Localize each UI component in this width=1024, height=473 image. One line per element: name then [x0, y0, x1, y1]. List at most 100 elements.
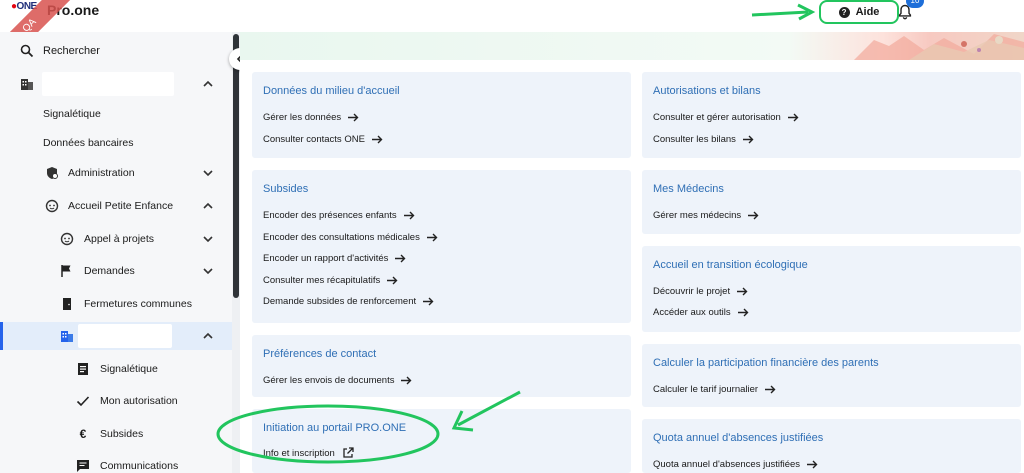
redacted-site-name [78, 324, 172, 348]
link-demande-subsides-renforcement[interactable]: Demande subsides de renforcement [263, 296, 434, 307]
sidebar-item-label: Signalétique [43, 108, 101, 120]
check-icon [76, 396, 90, 407]
sidebar-item-administration[interactable]: Administration [0, 159, 232, 187]
sidebar-item-label: Communications [100, 460, 179, 472]
card-title: Données du milieu d'accueil [263, 85, 400, 97]
help-button[interactable]: ? Aide [819, 0, 899, 24]
sidebar-item-communications[interactable]: Communications [0, 452, 232, 473]
arrow-right-icon [401, 376, 412, 385]
link-quota-absences[interactable]: Quota annuel d'absences justifiées [653, 459, 818, 470]
sidebar-item-signaletique[interactable]: Signalétique [0, 100, 232, 128]
link-acceder-outils[interactable]: Accéder aux outils [653, 307, 749, 318]
card-title: Subsides [263, 183, 309, 195]
banner-illustration [854, 34, 1024, 60]
sidebar-item-label: Administration [68, 167, 135, 179]
sidebar-item-donnees-bancaires[interactable]: Données bancaires [0, 129, 232, 157]
link-consulter-contacts[interactable]: Consulter contacts ONE [263, 134, 383, 145]
sidebar: Rechercher Signalétique Données bancaire… [0, 32, 232, 473]
shield-gear-icon [47, 167, 58, 179]
help-label: Aide [855, 6, 880, 18]
arrow-right-icon [742, 135, 754, 144]
building-icon [21, 79, 33, 90]
sidebar-item-subsides[interactable]: € Subsides [0, 420, 232, 448]
child-face-icon [45, 199, 59, 213]
sidebar-item-accueil-petite-enfance[interactable]: Accueil Petite Enfance [0, 192, 232, 220]
link-encoder-presences[interactable]: Encoder des présences enfants [263, 210, 415, 221]
sidebar-item-site-active[interactable] [0, 322, 232, 350]
link-encoder-consultations[interactable]: Encoder des consultations médicales [263, 232, 438, 243]
sidebar-item-appel-a-projets[interactable]: Appel à projets [0, 225, 232, 253]
chevron-down-icon[interactable] [202, 265, 214, 277]
sidebar-item-label: Signalétique [100, 363, 158, 375]
arrow-right-icon [737, 308, 749, 317]
chevron-down-icon[interactable] [202, 233, 214, 245]
arrow-right-icon [748, 211, 759, 220]
arrow-right-icon [348, 113, 359, 122]
card-mes-medecins: Mes Médecins Gérer mes médecins [642, 170, 1021, 234]
building-icon [61, 331, 73, 342]
sidebar-item-mon-autorisation[interactable]: Mon autorisation [0, 387, 232, 415]
card-quota-absences: Quota annuel d'absences justifiées Quota… [642, 419, 1021, 473]
sidebar-scroll-thumb[interactable] [233, 34, 239, 298]
sidebar-item-demandes[interactable]: Demandes [0, 257, 232, 285]
search-icon [20, 44, 34, 58]
sidebar-item-organization[interactable] [0, 70, 232, 98]
message-icon [77, 460, 89, 472]
sidebar-item-label: Données bancaires [43, 137, 134, 149]
sidebar-item-fermetures-communes[interactable]: Fermetures communes [0, 290, 232, 318]
chevron-up-icon[interactable] [202, 78, 214, 90]
arrow-right-icon [395, 254, 406, 263]
external-link-icon [343, 447, 354, 458]
chevron-down-icon[interactable] [202, 167, 214, 179]
arrow-right-icon [737, 287, 748, 296]
card-autorisations-bilans: Autorisations et bilans Consulter et gér… [642, 72, 1021, 158]
card-title: Calculer la participation financière des… [653, 357, 879, 369]
chevron-up-icon[interactable] [202, 330, 214, 342]
sidebar-search[interactable]: Rechercher [0, 37, 232, 65]
sidebar-item-label: Appel à projets [84, 233, 155, 245]
link-info-inscription[interactable]: Info et inscription [263, 447, 354, 459]
card-title: Quota annuel d'absences justifiées [653, 432, 824, 444]
card-initiation-portail: Initiation au portail PRO.ONE Info et in… [252, 409, 631, 473]
child-face-icon [60, 232, 74, 246]
document-list-icon [78, 363, 88, 375]
chevron-up-icon[interactable] [202, 200, 214, 212]
sidebar-item-label: Subsides [100, 428, 144, 440]
sidebar-item-label: Mon autorisation [100, 395, 178, 407]
link-gerer-donnees[interactable]: Gérer les données [263, 112, 359, 123]
door-icon [63, 298, 71, 310]
active-indicator [0, 322, 3, 350]
card-title: Accueil en transition écologique [653, 259, 808, 271]
redacted-org-name [42, 72, 174, 96]
hero-banner [240, 32, 1024, 60]
link-consulter-recapitulatifs[interactable]: Consulter mes récapitulatifs [263, 275, 398, 286]
arrow-right-icon [387, 276, 398, 285]
card-transition-ecologique: Accueil en transition écologique Découvr… [642, 246, 1021, 332]
link-decouvrir-projet[interactable]: Découvrir le projet [653, 286, 748, 297]
sidebar-item-signaletique-site[interactable]: Signalétique [0, 355, 232, 383]
card-title: Autorisations et bilans [653, 85, 761, 97]
help-icon: ? [838, 6, 850, 18]
sidebar-item-label: Fermetures communes [84, 298, 192, 310]
arrow-right-icon [423, 297, 434, 306]
arrow-right-icon [787, 113, 799, 122]
card-donnees-milieu: Données du milieu d'accueil Gérer les do… [252, 72, 631, 158]
link-consulter-autorisation[interactable]: Consulter et gérer autorisation [653, 112, 799, 123]
link-calculer-tarif[interactable]: Calculer le tarif journalier [653, 384, 776, 395]
link-encoder-rapport[interactable]: Encoder un rapport d'activités [263, 253, 406, 264]
arrow-right-icon [371, 135, 383, 144]
arrow-right-icon [426, 233, 438, 242]
notification-badge: 10 [906, 0, 924, 8]
card-title: Initiation au portail PRO.ONE [263, 422, 407, 434]
sidebar-item-label: Demandes [84, 265, 135, 277]
link-consulter-bilans[interactable]: Consulter les bilans [653, 134, 754, 145]
euro-icon: € [79, 427, 87, 441]
flag-icon [61, 265, 71, 277]
arrow-right-icon [765, 385, 776, 394]
link-gerer-envois[interactable]: Gérer les envois de documents [263, 375, 412, 386]
top-header: ●ONE Pro.one ? Aide 10 [0, 0, 1024, 32]
card-preferences-contact: Préférences de contact Gérer les envois … [252, 335, 631, 397]
link-gerer-medecins[interactable]: Gérer mes médecins [653, 210, 759, 221]
sidebar-item-label: Accueil Petite Enfance [68, 200, 174, 212]
card-subsides: Subsides Encoder des présences enfants E… [252, 170, 631, 323]
